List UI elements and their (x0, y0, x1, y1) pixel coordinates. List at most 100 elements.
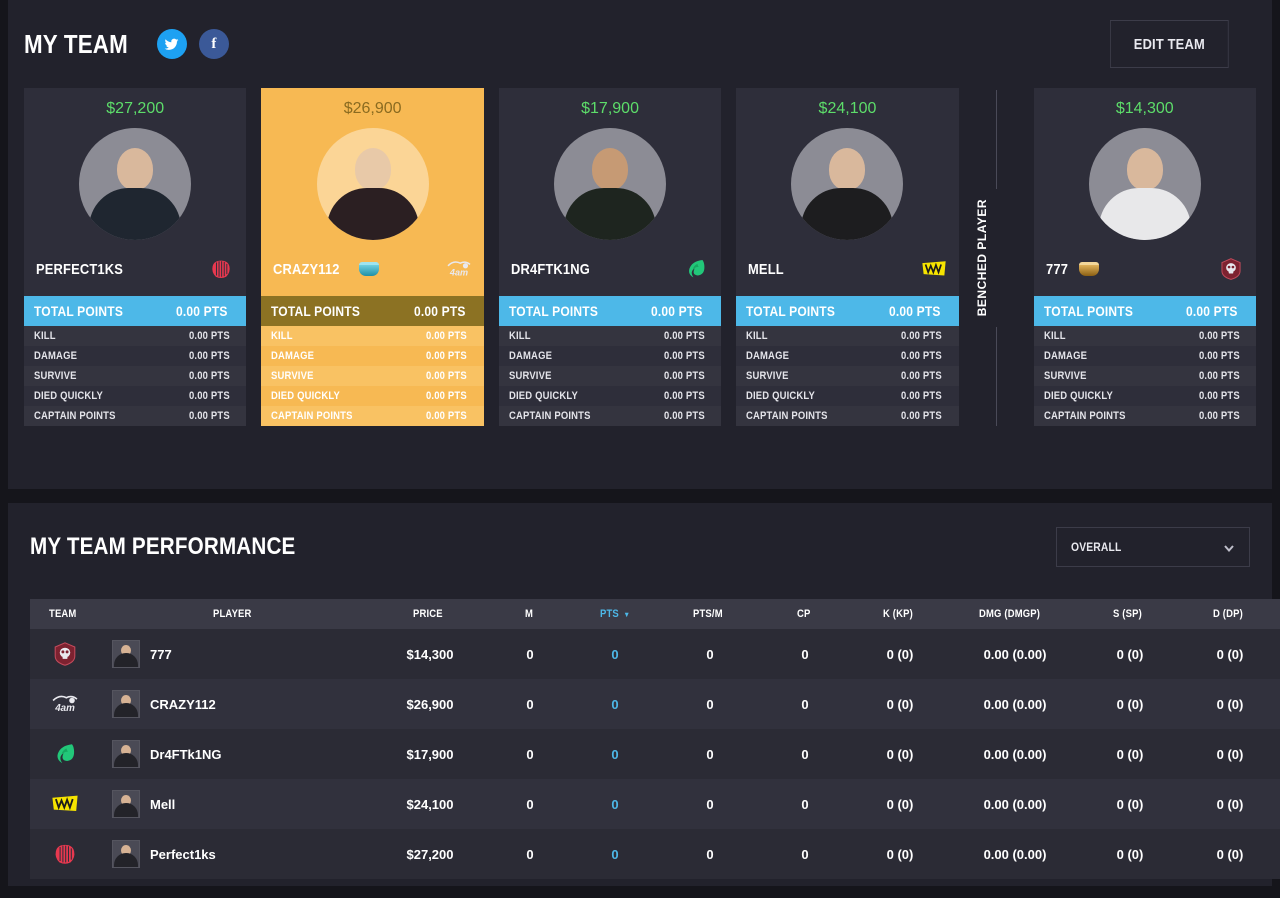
card-total-points-value: 0.00 PTS (651, 303, 703, 319)
player-card[interactable]: $14,300 777 TOTAL POINTS 0.00 PTS KILL 0… (1033, 88, 1256, 426)
card-total-points-bar: TOTAL POINTS 0.00 PTS (736, 296, 959, 326)
4am-logo: 4am (51, 692, 79, 716)
avatar-body (326, 188, 419, 240)
table-header-label: CP (797, 608, 811, 620)
player-card[interactable]: $17,900 DR4FTK1NG TOTAL POINTS 0.00 PTS … (498, 88, 722, 426)
table-header-price[interactable]: PRICE (370, 599, 490, 629)
row-captain-points: 0 (801, 846, 809, 862)
table-header-label: S (SP) (1113, 608, 1143, 620)
row-matches: 0 (526, 646, 534, 662)
card-stat-row: SURVIVE 0.00 PTS (1033, 366, 1256, 386)
card-stat-row: KILL 0.00 PTS (736, 326, 959, 346)
card-stat-row: CAPTAIN POINTS 0.00 PTS (736, 406, 959, 426)
performance-filter-select[interactable]: OVERALL (1056, 527, 1250, 567)
table-row[interactable]: 777 $14,300 0 0 0 0 0 (0) 0.00 (0.00) 0 … (30, 629, 1280, 679)
row-player-cell: 777 (100, 629, 370, 679)
card-stat-label: KILL (1043, 330, 1066, 342)
table-header-label: PTS/M (692, 608, 723, 620)
row-damage: 0.00 (0.00) (983, 696, 1047, 712)
row-survive: 0 (0) (1116, 796, 1144, 812)
card-stat-value: 0.00 PTS (426, 370, 468, 382)
card-name-row: MELL (736, 240, 958, 296)
table-header-ptsm[interactable]: PTS/M (660, 599, 760, 629)
table-header-label: DMG (DMGP) (979, 608, 1041, 620)
row-captain-points: 0 (801, 646, 809, 662)
row-damage: 0.00 (0.00) (983, 846, 1047, 862)
row-damage: 0.00 (0.00) (983, 796, 1047, 812)
row-kills: 0 (0) (886, 846, 914, 862)
table-header-team[interactable]: TEAM (30, 599, 100, 629)
row-price: $27,200 (406, 846, 454, 862)
card-stat-row: SURVIVE 0.00 PTS (498, 366, 722, 386)
player-avatar (79, 128, 192, 240)
table-header-s[interactable]: S (SP) (1080, 599, 1180, 629)
card-stat-value: 0.00 PTS (901, 410, 943, 422)
card-stat-label: CAPTAIN POINTS (508, 410, 591, 422)
row-survive: 0 (0) (1116, 846, 1144, 862)
row-price: $24,100 (406, 796, 454, 812)
card-stat-label: DIED QUICKLY (746, 390, 816, 402)
card-stat-label: SURVIVE (271, 370, 314, 382)
table-header-m[interactable]: M (490, 599, 570, 629)
benched-player-divider: BENCHED PLAYER (974, 88, 1019, 426)
card-stat-value: 0.00 PTS (901, 390, 943, 402)
table-header-dmg[interactable]: DMG (DMGP) (950, 599, 1080, 629)
card-player-name: MELL (748, 260, 785, 278)
brain-logo (208, 258, 234, 280)
card-total-points-label: TOTAL POINTS (508, 303, 598, 319)
table-header-k[interactable]: K (KP) (850, 599, 950, 629)
row-damage: 0.00 (0.00) (983, 746, 1047, 762)
row-team-cell (30, 829, 100, 879)
row-points: 0 (611, 646, 619, 662)
twitter-icon[interactable] (156, 29, 187, 59)
player-avatar (316, 128, 429, 240)
player-thumbnail (112, 740, 140, 768)
card-total-points-value: 0.00 PTS (413, 303, 466, 319)
row-team-cell: 4am (30, 679, 100, 729)
skull-logo (51, 642, 79, 666)
avatar-body (564, 188, 657, 240)
card-stat-label: KILL (508, 330, 531, 342)
card-stat-row: DIED QUICKLY 0.00 PTS (736, 386, 959, 406)
phoenix-logo (51, 742, 79, 766)
card-stat-value: 0.00 PTS (901, 330, 943, 342)
row-points-per-match: 0 (706, 746, 714, 762)
performance-title: MY TEAM PERFORMANCE (30, 533, 296, 560)
player-avatar (554, 128, 667, 240)
row-player-name: Mell (150, 796, 176, 812)
row-died: 0 (0) (1216, 796, 1244, 812)
row-player-cell: Mell (100, 779, 370, 829)
row-points-per-match: 0 (706, 696, 714, 712)
player-card[interactable]: $27,200 PERFECT1KS TOTAL POINTS 0.00 PTS… (24, 88, 247, 426)
player-cards-row: $27,200 PERFECT1KS TOTAL POINTS 0.00 PTS… (8, 88, 1272, 426)
row-points-per-match: 0 (706, 846, 714, 862)
table-row[interactable]: 4am CRAZY112 $26,900 0 0 0 0 0 (0) 0.00 … (30, 679, 1280, 729)
row-died: 0 (0) (1216, 646, 1244, 662)
avatar-head (354, 148, 391, 190)
player-card[interactable]: $24,100 MELL TOTAL POINTS 0.00 PTS KILL … (736, 88, 959, 426)
table-header-label: TEAM (49, 608, 77, 620)
table-header-label: PLAYER (212, 608, 252, 620)
table-row[interactable]: Dr4FTk1NG $17,900 0 0 0 0 0 (0) 0.00 (0.… (30, 729, 1280, 779)
table-row[interactable]: Perfect1ks $27,200 0 0 0 0 0 (0) 0.00 (0… (30, 829, 1280, 879)
table-row[interactable]: Mell $24,100 0 0 0 0 0 (0) 0.00 (0.00) 0… (30, 779, 1280, 829)
table-header-d[interactable]: D (DP) (1180, 599, 1280, 629)
table-header-cp[interactable]: CP (760, 599, 850, 629)
edit-team-button[interactable]: EDIT TEAM (1110, 20, 1229, 68)
row-matches: 0 (526, 696, 534, 712)
card-stat-label: DIED QUICKLY (34, 390, 104, 402)
table-header-player[interactable]: PLAYER (100, 599, 370, 629)
card-total-points-label: TOTAL POINTS (34, 303, 124, 319)
card-stat-label: DAMAGE (34, 350, 78, 362)
row-points: 0 (611, 796, 619, 812)
performance-filter-value: OVERALL (1071, 540, 1122, 554)
table-header-pts[interactable]: PTS ▾ (570, 599, 660, 629)
card-stat-value: 0.00 PTS (663, 370, 705, 382)
avatar-head (829, 148, 866, 190)
player-card[interactable]: $26,900 CRAZY112 4am TOTAL POINTS 0.00 P… (261, 88, 484, 426)
card-stat-value: 0.00 PTS (426, 330, 468, 342)
page-title: MY TEAM (24, 29, 128, 59)
card-stat-row: KILL 0.00 PTS (1033, 326, 1256, 346)
facebook-icon[interactable]: f (198, 29, 229, 59)
card-stat-row: KILL 0.00 PTS (24, 326, 247, 346)
